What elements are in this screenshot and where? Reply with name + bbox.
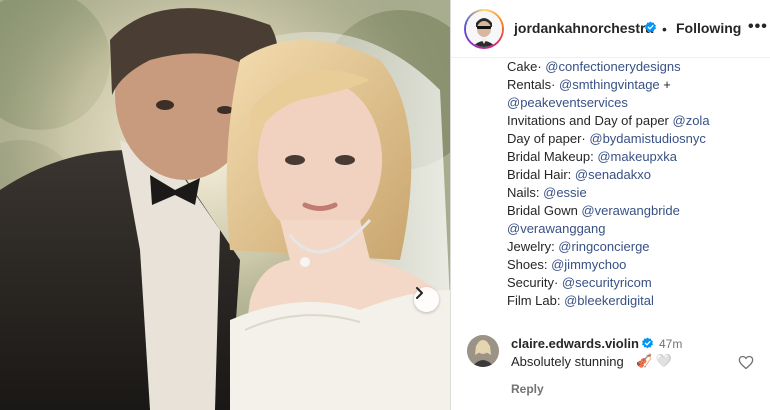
avatar-image [466, 11, 502, 47]
more-options-icon[interactable]: ••• [748, 18, 768, 36]
heart-outline-icon[interactable] [738, 355, 754, 375]
caption-text: Day of paper· [507, 131, 590, 146]
caption-mention-link[interactable]: @zola [673, 113, 710, 128]
post-caption: Cake· @confectionerydesigns Rentals· @smt… [507, 58, 762, 310]
caption-line: @verawanggang [507, 220, 762, 238]
comment-emoji: 🎻 🤍 [636, 353, 672, 368]
author-avatar[interactable] [464, 9, 504, 49]
caption-line: Day of paper· @bydamistudiosnyc [507, 130, 762, 148]
caption-text: Film Lab: [507, 293, 565, 308]
comment-timestamp[interactable]: 47m [659, 337, 682, 351]
caption-mention-link[interactable]: @senadakxo [575, 167, 651, 182]
next-photo-button[interactable] [414, 287, 439, 312]
caption-text: Cake· [507, 59, 546, 74]
caption-line: Cake· @confectionerydesigns [507, 58, 762, 76]
caption-mention-link[interactable]: @bydamistudiosnyc [589, 131, 706, 146]
verified-badge-icon [644, 21, 657, 39]
separator-dot: • [662, 21, 667, 37]
caption-mention-link[interactable]: @smthingvintage [559, 77, 660, 92]
comment-text: Absolutely stunning [511, 354, 624, 369]
caption-text: Jewelry: [507, 239, 559, 254]
caption-line: Rentals· @smthingvintage + [507, 76, 762, 94]
caption-mention-link[interactable]: @bleekerdigital [564, 293, 654, 308]
caption-text: Shoes: [507, 257, 552, 272]
caption-mention-link[interactable]: @confectionerydesigns [545, 59, 680, 74]
caption-line: Shoes: @jimmychoo [507, 256, 762, 274]
chevron-right-icon [416, 287, 423, 299]
caption-mention-link[interactable]: @jimmychoo [551, 257, 626, 272]
caption-mention-link[interactable]: @essie [543, 185, 587, 200]
commenter-avatar[interactable] [467, 335, 499, 367]
caption-text: Invitations and Day of paper [507, 113, 673, 128]
caption-mention-link[interactable]: @makeupxka [597, 149, 677, 164]
caption-suffix: + [659, 77, 671, 92]
following-button[interactable]: Following [676, 20, 741, 36]
caption-text: Bridal Hair: [507, 167, 575, 182]
caption-line: Invitations and Day of paper @zola [507, 112, 762, 130]
caption-text: Nails: [507, 185, 544, 200]
caption-text: Bridal Gown [507, 203, 582, 218]
caption-line: @peakeventservices [507, 94, 762, 112]
caption-text: Bridal Makeup: [507, 149, 598, 164]
post-photo[interactable] [0, 0, 450, 410]
caption-mention-link[interactable]: @ringconcierge [558, 239, 649, 254]
post-header: jordankahnorchestra • Following ••• [451, 0, 770, 58]
caption-line: Film Lab: @bleekerdigital [507, 292, 762, 310]
caption-mention-link[interactable]: @verawanggang [507, 221, 605, 236]
caption-text: Security· [507, 275, 562, 290]
wedding-couple-photo [0, 0, 450, 410]
caption-line: Nails: @essie [507, 184, 762, 202]
panel-divider [450, 0, 451, 410]
caption-mention-link[interactable]: @verawangbride [581, 203, 679, 218]
caption-line: Bridal Gown @verawangbride [507, 202, 762, 220]
author-username[interactable]: jordankahnorchestra [514, 20, 653, 36]
caption-mention-link[interactable]: @peakeventservices [507, 95, 628, 110]
commenter-username[interactable]: claire.edwards.violin [511, 336, 639, 351]
commenter-avatar-image [467, 335, 499, 367]
caption-line: Bridal Hair: @senadakxo [507, 166, 762, 184]
caption-line: Security· @securityricom [507, 274, 762, 292]
caption-text: Rentals· [507, 77, 560, 92]
caption-line: Jewelry: @ringconcierge [507, 238, 762, 256]
caption-line: Bridal Makeup: @makeupxka [507, 148, 762, 166]
reply-button[interactable]: Reply [511, 382, 544, 396]
caption-mention-link[interactable]: @securityricom [562, 275, 652, 290]
